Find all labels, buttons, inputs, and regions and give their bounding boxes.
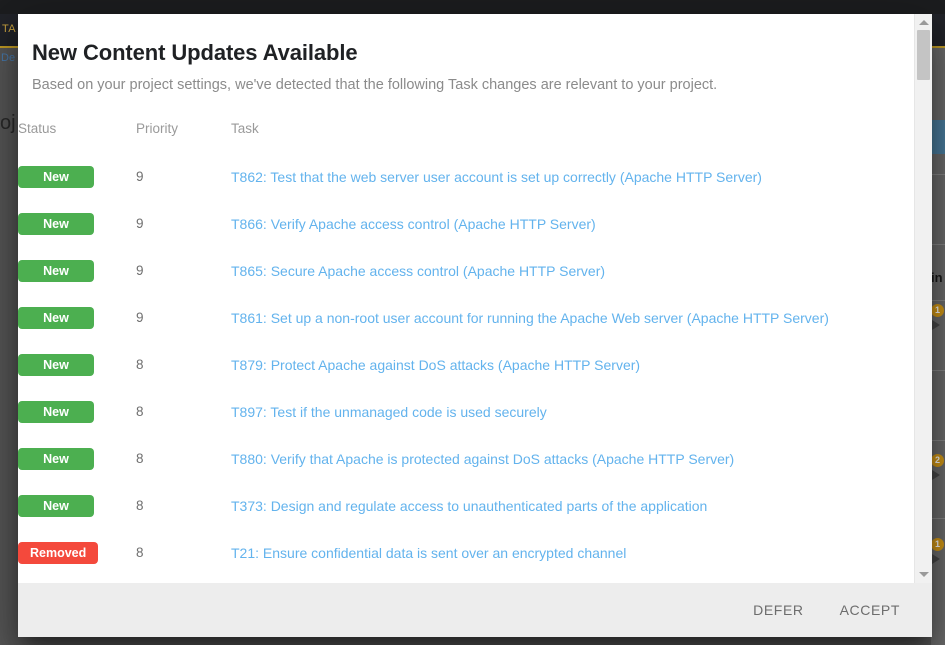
task-cell: T861: Set up a non-root user account for… [231,294,915,341]
task-cell: T897: Test if the unmanaged code is used… [231,388,915,435]
table-row: New 8T897: Test if the unmanaged code is … [18,388,915,435]
background-divider [931,300,945,301]
background-count-badge: 2 [931,454,944,467]
table-row: New 9T862: Test that the web server user … [18,153,915,200]
task-cell: T879: Protect Apache against DoS attacks… [231,341,915,388]
task-cell: T865: Secure Apache access control (Apac… [231,247,915,294]
status-badge: New [18,307,94,329]
status-cell: New [18,247,136,294]
dialog-scroll-region: New Content Updates Available Based on y… [18,14,915,583]
task-cell: T862: Test that the web server user acco… [231,153,915,200]
column-header-status: Status [18,121,136,153]
table-row: Removed 8T21: Ensure confidential data is… [18,529,915,576]
status-badge: New [18,448,94,470]
background-divider [931,440,945,441]
status-badge: Removed [18,542,98,564]
status-cell: New [18,435,136,482]
priority-cell: 8 [136,388,231,435]
background-divider [931,370,945,371]
status-badge: New [18,495,94,517]
task-cell: T21: Ensure confidential data is sent ov… [231,529,915,576]
priority-cell: 9 [136,153,231,200]
table-row: New 9T866: Verify Apache access control (… [18,200,915,247]
table-row: New 8T879: Protect Apache against DoS att… [18,341,915,388]
dialog-body: New Content Updates Available Based on y… [18,14,932,583]
status-badge: New [18,213,94,235]
task-cell: T880: Verify that Apache is protected ag… [231,435,915,482]
background-count-badge: 1 [931,304,944,317]
priority-cell: 9 [136,294,231,341]
status-badge: New [18,260,94,282]
task-link[interactable]: T373: Design and regulate access to unau… [231,498,707,514]
priority-cell: 8 [136,341,231,388]
status-badge: New [18,166,94,188]
background-selected-tab [931,120,945,154]
updates-table-body: New9T862: Test that the web server user … [18,153,915,576]
background-row-text: in [931,270,943,285]
column-header-task: Task [231,121,915,153]
status-cell: New [18,388,136,435]
content-updates-dialog: New Content Updates Available Based on y… [18,14,932,637]
status-cell: New [18,482,136,529]
status-badge: New [18,401,94,423]
status-cell: New [18,341,136,388]
task-link[interactable]: T861: Set up a non-root user account for… [231,310,829,326]
defer-button[interactable]: DEFER [739,593,817,627]
page-title: oj [0,112,16,135]
background-content-panel: in 1 2 1 [931,48,945,645]
task-cell: T866: Verify Apache access control (Apac… [231,200,915,247]
background-divider [931,518,945,519]
task-link[interactable]: T21: Ensure confidential data is sent ov… [231,545,626,561]
background-arrow-icon [932,320,940,330]
priority-cell: 9 [136,200,231,247]
column-header-priority: Priority [136,121,231,153]
table-header-row: Status Priority Task [18,121,915,153]
accept-button[interactable]: ACCEPT [826,593,914,627]
task-link[interactable]: T862: Test that the web server user acco… [231,169,762,185]
status-cell: New [18,153,136,200]
priority-cell: 8 [136,529,231,576]
task-link[interactable]: T866: Verify Apache access control (Apac… [231,216,596,232]
table-row: New 8T373: Design and regulate access to … [18,482,915,529]
dialog-subtitle: Based on your project settings, we've de… [18,66,915,93]
task-link[interactable]: T879: Protect Apache against DoS attacks… [231,357,640,373]
task-link[interactable]: T865: Secure Apache access control (Apac… [231,263,605,279]
priority-cell: 8 [136,482,231,529]
scrollbar-thumb[interactable] [917,30,930,80]
dialog-scrollbar[interactable] [914,14,932,583]
table-row: New 8T880: Verify that Apache is protecte… [18,435,915,482]
scroll-down-arrow-icon[interactable] [919,572,929,577]
status-badge: New [18,354,94,376]
background-arrow-icon [932,470,940,480]
status-cell: Removed [18,529,136,576]
table-row: New 9T865: Secure Apache access control (… [18,247,915,294]
navbar-brand-label: TA [2,23,16,35]
priority-cell: 8 [136,435,231,482]
scroll-up-arrow-icon[interactable] [919,20,929,25]
background-divider [931,244,945,245]
task-link[interactable]: T897: Test if the unmanaged code is used… [231,404,547,420]
updates-table-head: Status Priority Task [18,121,915,153]
dialog-footer: DEFER ACCEPT [18,583,932,637]
background-count-badge: 1 [931,538,944,551]
table-row: New 9T861: Set up a non-root user account… [18,294,915,341]
updates-table: Status Priority Task New9T862: Test that… [18,121,915,576]
priority-cell: 9 [136,247,231,294]
browser-top-strip [0,0,945,14]
task-link[interactable]: T880: Verify that Apache is protected ag… [231,451,734,467]
background-arrow-icon [932,554,940,564]
dialog-title: New Content Updates Available [18,14,915,66]
status-cell: New [18,200,136,247]
background-divider [931,174,945,175]
breadcrumb[interactable]: De [1,52,15,64]
status-cell: New [18,294,136,341]
task-cell: T373: Design and regulate access to unau… [231,482,915,529]
